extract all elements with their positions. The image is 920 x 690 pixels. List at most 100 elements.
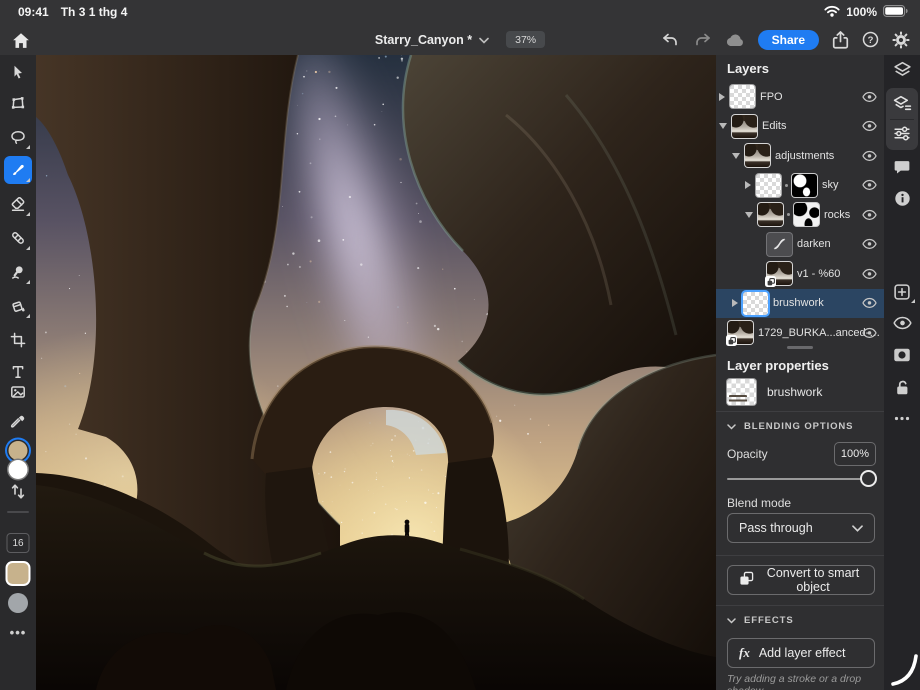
photoshop-ipad-app: 09:41 Th 3 1 thg 4 100% Starry_Canyon * … <box>0 0 920 690</box>
layer-thumbnail[interactable] <box>756 174 781 197</box>
layer-row[interactable]: 1729_BURKA...anced-NR33 <box>716 318 884 347</box>
effects-header[interactable]: EFFECTS <box>727 615 794 626</box>
share-button[interactable]: Share <box>758 30 819 50</box>
lasso-select-tool[interactable] <box>4 123 32 151</box>
layer-thumbnail[interactable] <box>758 203 783 226</box>
svg-text:?: ? <box>868 35 874 46</box>
layer-row[interactable]: Edits <box>716 112 884 141</box>
layer-row[interactable]: darken <box>716 230 884 259</box>
collapse-chevron-icon[interactable] <box>745 212 753 218</box>
settings-gear-icon[interactable] <box>892 31 910 49</box>
fx-icon: fx <box>739 645 750 661</box>
crop-tool[interactable] <box>4 326 32 354</box>
expand-chevron-icon[interactable] <box>732 299 738 307</box>
battery-percent: 100% <box>846 5 877 19</box>
layer-mask-thumbnail[interactable] <box>792 174 817 197</box>
add-layer-effect-button[interactable]: fx Add layer effect <box>727 638 875 668</box>
layer-visibility-toggle[interactable] <box>862 120 877 132</box>
layer-row[interactable]: adjustments <box>716 141 884 170</box>
layer-mask-thumbnail[interactable] <box>794 203 819 226</box>
opacity-value-field[interactable]: 100% <box>834 442 876 466</box>
brush-size-field[interactable]: 16 <box>7 533 30 553</box>
appbar-actions: Share ? <box>661 24 910 55</box>
document-canvas[interactable] <box>36 55 716 690</box>
home-button[interactable] <box>10 29 32 51</box>
layer-row[interactable]: FPO <box>716 82 884 111</box>
layer-row[interactable]: rocks <box>716 200 884 229</box>
layer-thumbnail[interactable] <box>767 262 792 285</box>
layer-row[interactable]: v1 - %60 <box>716 259 884 288</box>
layer-thumbnail[interactable] <box>728 321 753 344</box>
eyedropper-tool[interactable] <box>4 408 32 436</box>
blending-options-header[interactable]: BLENDING OPTIONS <box>727 421 853 432</box>
layer-visibility-toggle[interactable] <box>862 327 877 339</box>
layer-thumbnail[interactable] <box>732 115 757 138</box>
layer-visibility-toggle[interactable] <box>862 297 877 309</box>
layer-mask-icon[interactable] <box>888 341 916 369</box>
layer-visibility-icon[interactable] <box>888 309 916 337</box>
redo-button[interactable] <box>693 32 712 48</box>
chevron-down-icon <box>852 525 863 532</box>
layer-visibility-toggle[interactable] <box>862 209 877 221</box>
mask-link-icon <box>785 184 788 187</box>
clock: 09:41 <box>18 5 49 19</box>
help-icon[interactable]: ? <box>862 31 879 48</box>
document-title-group[interactable]: Starry_Canyon * 37% <box>375 31 545 49</box>
layer-properties-icon[interactable] <box>888 89 916 117</box>
touch-shortcut-button[interactable] <box>8 593 28 613</box>
opacity-label: Opacity <box>727 447 768 461</box>
transform-tool[interactable] <box>4 89 32 117</box>
undo-button[interactable] <box>661 32 680 48</box>
adjustments-icon[interactable] <box>888 119 916 147</box>
expand-chevron-icon[interactable] <box>745 181 751 189</box>
comments-icon[interactable] <box>888 153 916 181</box>
panel-resize-handle[interactable] <box>787 346 813 349</box>
app-toolbar: Starry_Canyon * 37% Share ? <box>0 24 920 55</box>
place-photo-tool[interactable] <box>4 378 32 406</box>
layer-thumbnail[interactable] <box>745 144 770 167</box>
layer-row[interactable]: sky <box>716 171 884 200</box>
cloud-sync-icon[interactable] <box>725 33 745 47</box>
collapse-chevron-icon[interactable] <box>719 123 727 129</box>
zoom-level-badge[interactable]: 37% <box>506 31 545 48</box>
expand-chevron-icon[interactable] <box>719 93 725 101</box>
move-tool[interactable] <box>4 58 32 86</box>
clone-stamp-tool[interactable] <box>4 258 32 286</box>
smart-object-badge <box>765 276 776 287</box>
swap-colors-icon[interactable] <box>10 483 26 505</box>
layer-thumbnail[interactable] <box>767 233 792 256</box>
healing-brush-tool[interactable] <box>4 224 32 252</box>
lock-icon[interactable] <box>888 373 916 401</box>
layer-visibility-toggle[interactable] <box>862 179 877 191</box>
eraser-tool[interactable] <box>4 190 32 218</box>
info-icon[interactable] <box>888 184 916 212</box>
toolbar-divider <box>7 511 29 513</box>
background-color-chip[interactable] <box>9 460 28 479</box>
export-icon[interactable] <box>832 31 849 49</box>
layer-visibility-toggle[interactable] <box>862 150 877 162</box>
fill-tool[interactable] <box>4 292 32 320</box>
layers-panel-icon[interactable] <box>888 55 916 83</box>
opacity-slider-knob[interactable] <box>860 470 877 487</box>
properties-layer-row: brushwork <box>727 379 822 405</box>
opacity-slider-track[interactable] <box>727 478 875 480</box>
layer-visibility-toggle[interactable] <box>862 238 877 250</box>
layer-row[interactable]: brushwork <box>716 289 884 318</box>
foreground-color-chip[interactable] <box>9 441 28 460</box>
corner-gesture-indicator[interactable] <box>889 653 919 687</box>
brush-tool[interactable] <box>4 156 32 184</box>
brush-color-swatch[interactable] <box>8 563 29 584</box>
blend-mode-value: Pass through <box>739 521 813 535</box>
add-layer-icon[interactable] <box>888 278 916 306</box>
layer-thumbnail[interactable] <box>730 85 755 108</box>
toolbar-more-icon[interactable]: ••• <box>10 625 27 640</box>
layer-visibility-toggle[interactable] <box>862 91 877 103</box>
more-options-icon[interactable] <box>888 404 916 432</box>
collapse-chevron-icon[interactable] <box>732 153 740 159</box>
layer-thumbnail[interactable] <box>743 292 768 315</box>
blend-mode-dropdown[interactable]: Pass through <box>727 513 875 543</box>
layer-visibility-toggle[interactable] <box>862 268 877 280</box>
convert-smart-object-button[interactable]: Convert to smart object <box>727 565 875 595</box>
layers-panel-title: Layers <box>727 61 769 76</box>
opacity-slider[interactable] <box>727 470 875 488</box>
